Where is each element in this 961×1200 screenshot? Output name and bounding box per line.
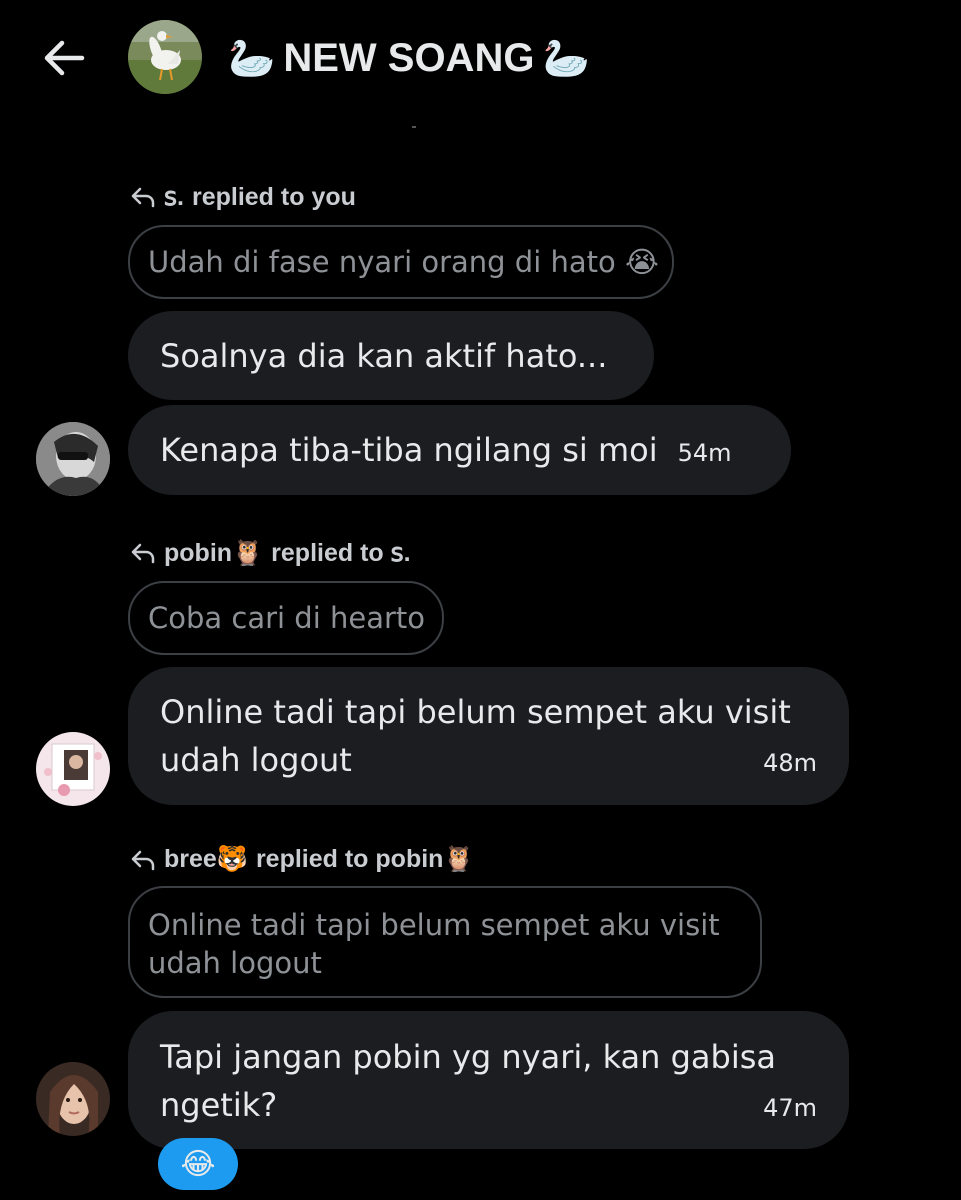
reply-context: ꜱ. replied to you bbox=[130, 182, 356, 212]
message-bubble[interactable]: Kenapa tiba-tiba ngilang si moi 54m bbox=[128, 405, 791, 495]
back-button[interactable] bbox=[40, 34, 88, 82]
quoted-text: Udah di fase nyari orang di hato 😭 bbox=[148, 245, 659, 279]
quoted-line-2: udah logout bbox=[148, 946, 322, 980]
quoted-message[interactable]: Online tadi tapi belum sempet aku visit … bbox=[128, 886, 762, 998]
laughing-emoji: 😂 bbox=[180, 1146, 216, 1182]
quoted-text: Coba cari di hearto bbox=[148, 601, 426, 635]
message-line-1: Tapi jangan pobin yg nyari, kan gabisa bbox=[160, 1038, 777, 1076]
quoted-line-1: Online tadi tapi belum sempet aku visit bbox=[148, 908, 720, 942]
reply-sender: pobin🦉 bbox=[164, 538, 264, 567]
message-text: Kenapa tiba-tiba ngilang si moi bbox=[160, 431, 658, 469]
reply-context: pobin🦉 replied to ꜱ. bbox=[130, 538, 411, 568]
message-time: 54m bbox=[677, 439, 732, 467]
goose-photo bbox=[128, 20, 202, 94]
swan-emoji-left: 🦢 bbox=[228, 35, 276, 80]
group-name: NEW SOANG bbox=[283, 35, 535, 80]
arrow-left-icon bbox=[44, 40, 85, 76]
reply-context: bree🐯 replied to pobin🦉 bbox=[130, 845, 475, 874]
reply-arrow-icon bbox=[131, 543, 155, 564]
reply-label: replied to pobin🦉 bbox=[255, 845, 475, 873]
reply-sender: ꜱ. bbox=[164, 183, 184, 211]
reaction-badge[interactable]: 😂 bbox=[158, 1138, 238, 1190]
avatar[interactable] bbox=[36, 1062, 110, 1136]
reply-arrow-icon bbox=[131, 850, 155, 870]
message-bubble[interactable]: Online tadi tapi belum sempet aku visit … bbox=[128, 667, 849, 805]
message-line-2: ngetik? bbox=[160, 1086, 278, 1124]
message-line-2: udah logout bbox=[160, 741, 352, 779]
message-text: Soalnya dia kan aktif hato... bbox=[160, 337, 608, 375]
message-bubble[interactable]: Tapi jangan pobin yg nyari, kan gabisa n… bbox=[128, 1011, 849, 1149]
avatar[interactable] bbox=[36, 732, 110, 806]
swan-emoji-right: 🦢 bbox=[542, 35, 590, 80]
reply-arrow-icon bbox=[131, 187, 155, 208]
avatar[interactable] bbox=[36, 422, 110, 496]
avatar-photo bbox=[36, 1062, 110, 1136]
avatar-photo bbox=[36, 732, 110, 806]
group-title[interactable]: 🦢 NEW SOANG 🦢 bbox=[228, 30, 590, 86]
reply-label: replied to ꜱ. bbox=[271, 539, 411, 567]
avatar-photo bbox=[36, 422, 110, 496]
message-bubble[interactable]: Soalnya dia kan aktif hato... bbox=[128, 311, 654, 400]
reply-sender: bree🐯 bbox=[164, 845, 248, 873]
quoted-message[interactable]: Coba cari di hearto bbox=[128, 581, 444, 655]
quoted-message[interactable]: Udah di fase nyari orang di hato 😭 bbox=[128, 225, 674, 299]
message-line-1: Online tadi tapi belum sempet aku visit bbox=[160, 693, 791, 731]
divider-dot bbox=[412, 126, 416, 128]
group-avatar[interactable] bbox=[128, 20, 202, 94]
reply-label: replied to you bbox=[191, 182, 356, 211]
message-time: 47m bbox=[763, 1094, 817, 1122]
message-time: 48m bbox=[763, 749, 817, 777]
